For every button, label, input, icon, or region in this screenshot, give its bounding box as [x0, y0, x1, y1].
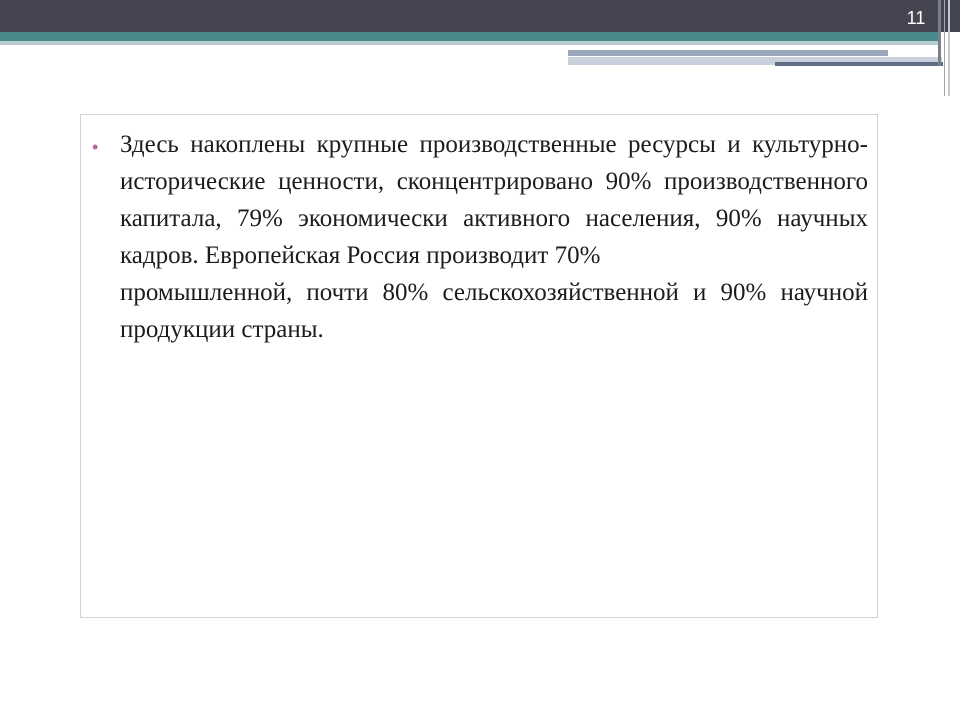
- header-bar: [0, 0, 960, 32]
- slide-number: 11: [906, 8, 926, 28]
- slide-body-text: Здесь накоплены крупные производственные…: [120, 131, 868, 343]
- decorative-rule-dark: [775, 62, 943, 66]
- decorative-vertical-line: [938, 0, 941, 66]
- teal-accent-shadow: [0, 41, 940, 45]
- decorative-vertical-line-thin: [944, 0, 945, 96]
- bullet-icon: •: [92, 137, 99, 157]
- teal-accent-strip: [0, 32, 940, 41]
- decorative-rule-upper: [568, 50, 888, 56]
- decorative-vertical-line-light: [948, 0, 950, 96]
